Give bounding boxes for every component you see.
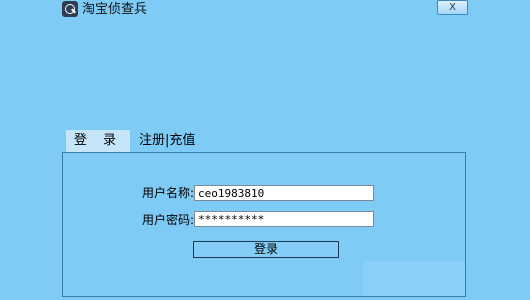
app-window: 淘宝侦查兵 X 登 录 注册|充值 用户名称: 用户密码: 登录 [0, 0, 530, 300]
tab-login[interactable]: 登 录 [66, 130, 130, 152]
login-button[interactable]: 登录 [193, 241, 339, 258]
window-title: 淘宝侦查兵 [82, 2, 148, 17]
password-input[interactable] [194, 211, 374, 227]
magnifier-app-icon [62, 1, 78, 17]
login-panel: 用户名称: 用户密码: 登录 [62, 152, 466, 297]
panel-shade [363, 261, 465, 296]
username-input[interactable] [194, 185, 374, 201]
title-bar[interactable]: 淘宝侦查兵 X [0, 0, 530, 20]
username-label: 用户名称: [141, 186, 194, 200]
close-button[interactable]: X [437, 0, 468, 15]
tab-register-recharge[interactable]: 注册|充值 [139, 130, 209, 152]
password-label: 用户密码: [141, 213, 194, 227]
